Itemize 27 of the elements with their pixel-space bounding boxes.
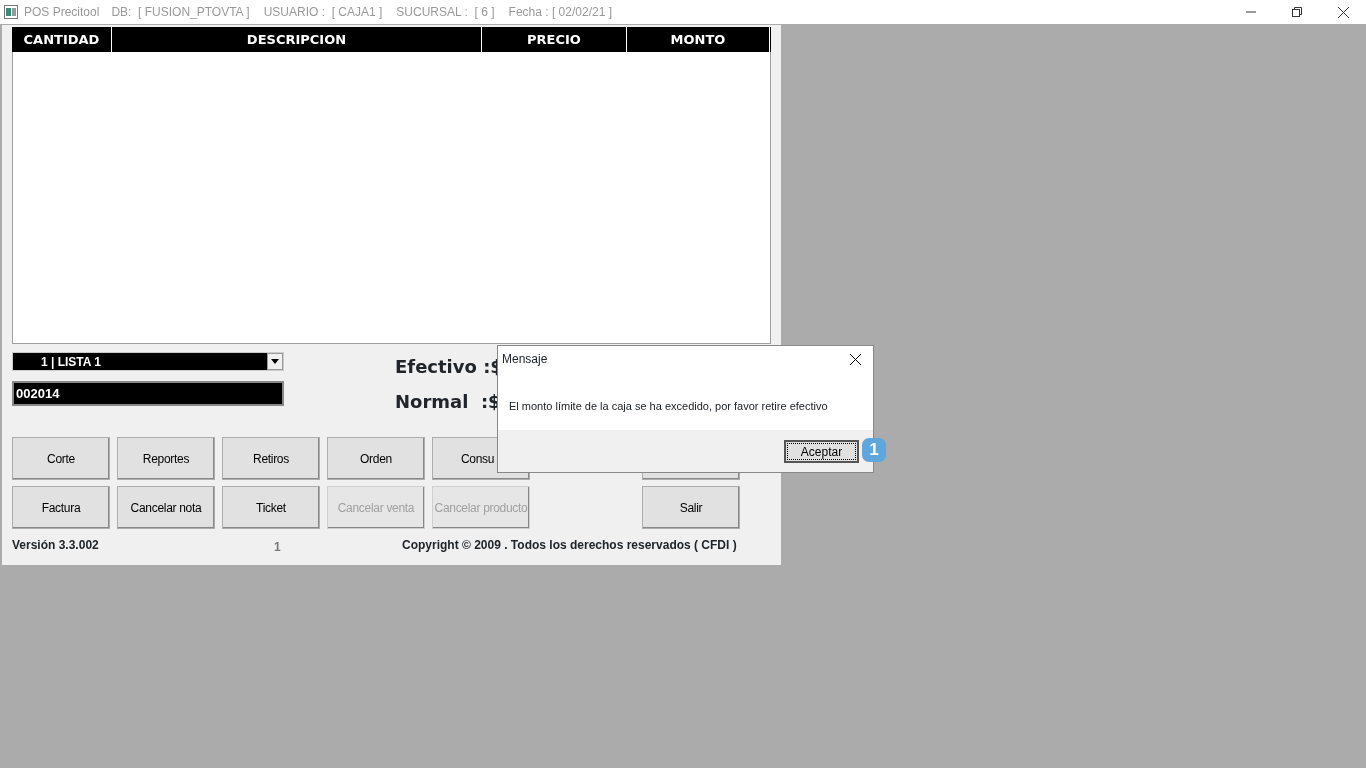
dialog-message: El monto límite de la caja se ha excedido, por favor retire efectivo	[508, 399, 829, 414]
command-button[interactable]: Retiros	[222, 437, 320, 480]
close-icon	[1337, 6, 1349, 18]
command-button[interactable]: Orden	[327, 437, 425, 480]
command-button[interactable]: Corte	[12, 437, 110, 480]
close-icon	[850, 353, 861, 365]
page-number: 1	[274, 539, 282, 556]
dialog-title: Mensaje	[502, 351, 548, 368]
step-badge: 1	[862, 438, 886, 462]
title-info: USUARIO : [ CAJA1 ]	[263, 4, 383, 21]
command-button[interactable]: Cancelar nota	[117, 486, 215, 529]
app-icon	[4, 5, 18, 19]
price-list-dropdown[interactable]: 1 | LISTA 1	[12, 352, 284, 371]
command-button[interactable]: Salir	[642, 486, 740, 529]
command-button[interactable]: Factura	[12, 486, 110, 529]
version-label: Versión 3.3.002	[12, 537, 100, 554]
command-button[interactable]: Ticket	[222, 486, 320, 529]
title-info: SUCURSAL : [ 6 ]	[396, 4, 495, 21]
caret-icon	[271, 359, 279, 364]
copyright-text: Copyright © 2009 . Todos los derechos reservados ( CFDI )	[402, 537, 737, 554]
code-field[interactable]: 002014	[12, 381, 284, 406]
command-button[interactable]: Reportes	[117, 437, 215, 480]
restore-icon	[1292, 7, 1302, 17]
accept-button[interactable]: Aceptar	[784, 440, 859, 463]
title-info: DB: [ FUSION_PTOVTA ]	[111, 4, 250, 21]
window-title: POS Precitool	[24, 4, 100, 21]
title-info: Fecha : [ 02/02/21 ]	[508, 4, 612, 21]
